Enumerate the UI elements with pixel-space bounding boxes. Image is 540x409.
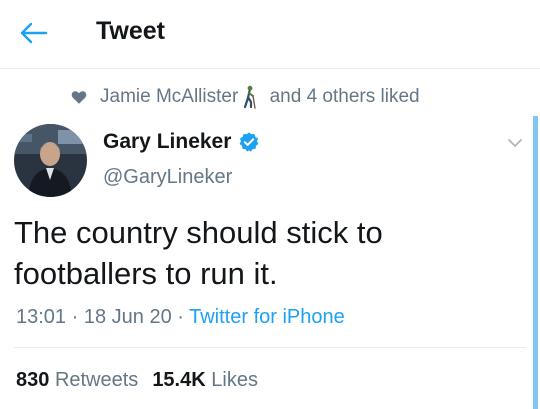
- verified-badge-icon: [239, 132, 259, 152]
- tweet-stats: 830 Retweets 15.4K Likes: [16, 369, 258, 392]
- tweet-source-link[interactable]: Twitter for iPhone: [189, 306, 345, 328]
- social-context[interactable]: Jamie McAllister and 4 others liked: [70, 84, 420, 110]
- scroll-indicator: [533, 116, 538, 409]
- retweets-label: Retweets: [54, 369, 139, 391]
- meta-separator: ·: [66, 306, 84, 328]
- author-handle[interactable]: @GaryLineker: [103, 166, 232, 189]
- tweet-meta: 13:01 · 18 Jun 20 · Twitter for iPhone: [16, 306, 345, 329]
- tweet-date: 18 Jun 20: [83, 306, 172, 328]
- liked-by-suffix: and 4 others liked: [269, 86, 420, 107]
- page-title: Tweet: [96, 17, 165, 45]
- arrow-left-icon[interactable]: [18, 18, 52, 48]
- likes-stat[interactable]: 15.4K Likes: [152, 369, 258, 391]
- heart-icon: [71, 91, 87, 104]
- tweet-detail-screen: Tweet Jamie McAllister and 4 others like…: [0, 0, 540, 409]
- avatar-photo: [14, 124, 87, 197]
- likes-label: Likes: [211, 369, 258, 391]
- divider: [14, 347, 526, 348]
- avatar[interactable]: [14, 124, 87, 197]
- tweet-time: 13:01: [16, 306, 67, 328]
- meta-separator-2: ·: [171, 306, 190, 328]
- author-name[interactable]: Gary Lineker: [103, 130, 260, 154]
- tweet-text: The country should stick to footballers …: [14, 215, 383, 291]
- likes-count: 15.4K: [152, 369, 206, 391]
- liked-by-user[interactable]: Jamie McAllister: [100, 86, 238, 108]
- chevron-down-icon[interactable]: [504, 132, 526, 154]
- retweets-stat[interactable]: 830 Retweets: [16, 369, 138, 391]
- retweets-count: 830: [16, 369, 50, 391]
- top-bar: Tweet: [0, 0, 540, 69]
- person-walking-with-cane-icon: [244, 85, 257, 109]
